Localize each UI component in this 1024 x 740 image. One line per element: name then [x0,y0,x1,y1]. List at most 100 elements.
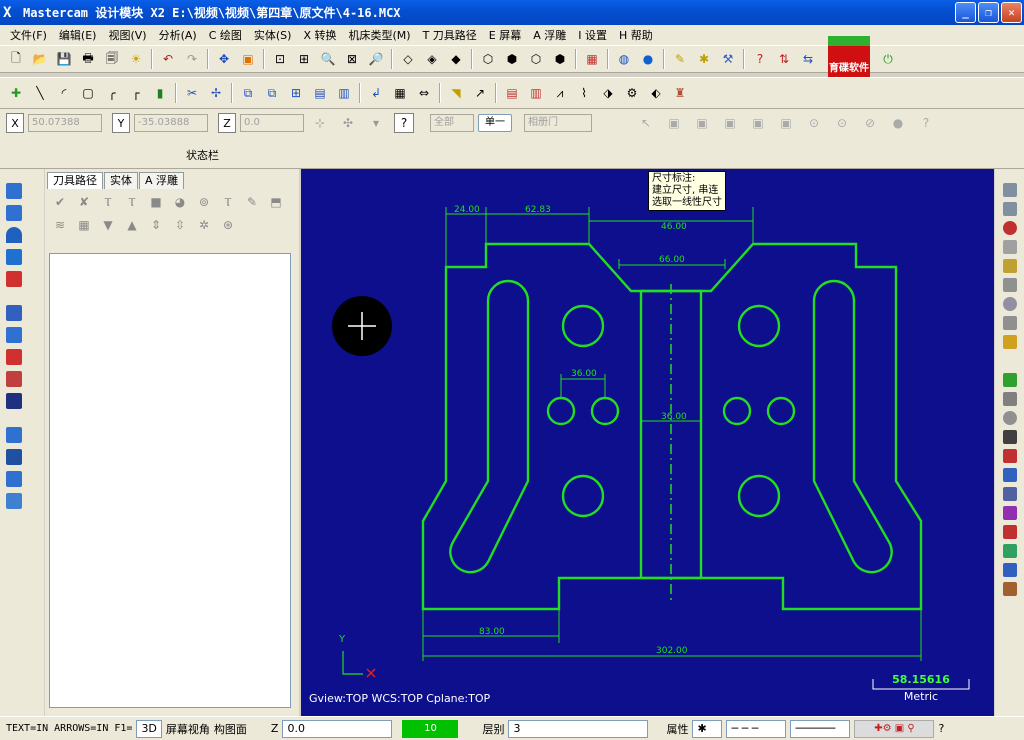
select-poly-icon[interactable]: ▣ [692,113,712,133]
solid-cylinder-icon[interactable]: ▮ [150,83,170,103]
shaded-icon[interactable]: ◆ [446,49,466,69]
verify-icon[interactable]: ◥ [446,83,466,103]
red-solid-icon[interactable] [6,349,22,365]
wireframe-icon[interactable]: ◇ [398,49,418,69]
loft-tool-icon[interactable] [6,327,22,343]
flat-tool-icon[interactable] [6,371,22,387]
menu-analyze[interactable]: 分析(A) [153,27,203,43]
insert-arrow-icon[interactable]: ⇕ [147,216,165,234]
toolpath-icon[interactable]: ⩘ [550,83,570,103]
color-swatch[interactable]: 10 [402,719,459,738]
r-fill-icon[interactable] [1002,525,1017,539]
pan-icon[interactable]: ✥ [214,49,234,69]
r-grid-icon[interactable] [1002,335,1017,349]
translate-xform-icon[interactable]: ▤ [310,83,330,103]
minimize-button[interactable]: _ [955,2,976,23]
plane-button[interactable]: 构图面 [214,721,247,737]
save-icon[interactable]: 💾 [54,49,74,69]
unzoom-icon[interactable]: 🔍 [318,49,338,69]
refresh-ops-icon[interactable] [6,205,22,221]
hidden-line-icon[interactable]: ◈ [422,49,442,69]
hatch-icon[interactable]: ▦ [390,83,410,103]
solid-tool-icon[interactable] [6,249,22,265]
r-arc-icon[interactable] [1002,411,1017,425]
arc-tool-icon[interactable] [6,227,22,243]
r-rect-icon[interactable] [1002,449,1017,463]
r-move-icon[interactable] [1002,278,1017,292]
z-depth-field[interactable]: 0.0 [282,719,393,738]
repaint-icon[interactable]: ▣ [238,49,258,69]
menu-view[interactable]: 视图(V) [102,27,152,43]
close-button[interactable]: ✕ [1001,2,1022,23]
menu-toolpaths[interactable]: T 刀具路径 [417,27,483,43]
dimension-icon[interactable]: ↲ [366,83,386,103]
arc-icon[interactable]: ◜ [54,83,74,103]
fast-point-icon[interactable]: ⊹ [310,113,330,133]
sphere-icon[interactable]: ● [638,49,658,69]
backplot-ops-icon[interactable]: ■ [147,193,165,211]
offset-xform-icon[interactable]: ▥ [334,83,354,103]
r-shapes-icon[interactable] [1002,506,1017,520]
x-label[interactable]: X [6,113,24,133]
select-all-icon[interactable]: ▣ [776,113,796,133]
zoom-window-icon[interactable]: ⊞ [294,49,314,69]
fit-icon[interactable]: ⊡ [270,49,290,69]
break-icon[interactable]: ✢ [206,83,226,103]
selection-mode-field[interactable]: 全部 [430,114,474,132]
help-select-icon[interactable]: ? [916,113,936,133]
attributes-label[interactable]: 属性 [666,721,688,737]
select-dirty-ops-icon[interactable]: ✘ [75,193,93,211]
maximize-button[interactable]: ❐ [978,2,999,23]
y-label[interactable]: Y [112,113,130,133]
regen-dirty-icon[interactable]: Ⲧ [123,193,141,211]
select-in-icon[interactable]: ▣ [748,113,768,133]
point-icon[interactable]: ✚ [6,83,26,103]
tab-toolpaths[interactable]: 刀具路径 [47,172,103,189]
select-arrow-icon[interactable]: ↖ [636,113,656,133]
menu-screen[interactable]: E 屏幕 [483,27,527,43]
toggle-display-icon[interactable]: ▦ [75,216,93,234]
r-pin-icon[interactable] [1002,240,1017,254]
pocket-icon[interactable]: ⬗ [598,83,618,103]
contour-icon[interactable]: ⌇ [574,83,594,103]
side-view-icon[interactable]: ⬢ [550,49,570,69]
operations-list[interactable] [49,253,291,708]
r-stack-icon[interactable] [1002,316,1017,330]
simulate-ops-icon[interactable]: ⊚ [195,193,213,211]
arrows-icon[interactable]: ⇅ [774,49,794,69]
cube-view-icon[interactable]: ▦ [582,49,602,69]
fillet-icon[interactable]: ╭ [102,83,122,103]
globe-icon[interactable]: ◍ [614,49,634,69]
post-ops-icon[interactable]: Ⲧ [219,193,237,211]
grid-icon[interactable]: ▤ [502,83,522,103]
surface-tool-icon[interactable] [6,305,22,321]
move-down-icon[interactable]: ▼ [99,216,117,234]
selection-type-field[interactable]: 相册门 [524,114,592,132]
select-wand-icon[interactable]: ⊙ [832,113,852,133]
help-box-icon[interactable]: ? [394,113,414,133]
single-select-button[interactable]: 单一 [478,114,512,132]
undo-icon[interactable]: ↶ [158,49,178,69]
auto-cursor-icon[interactable]: ✣ [338,113,358,133]
print-preview-icon[interactable]: 🗐 [102,49,122,69]
menu-file[interactable]: 文件(F) [4,27,53,43]
line-icon[interactable]: ╲ [30,83,50,103]
menu-settings[interactable]: I 设置 [572,27,613,43]
shape-tool-icon[interactable] [6,471,22,487]
menu-edit[interactable]: 编辑(E) [53,27,103,43]
front-view-icon[interactable]: ⬡ [526,49,546,69]
trim-icon[interactable]: ✂ [182,83,202,103]
line-style-field[interactable]: ─ ─ ─ [726,719,787,738]
delete-ops-icon[interactable]: ⬒ [267,193,285,211]
menu-create[interactable]: C 绘图 [203,27,248,43]
r-circle-icon[interactable] [1002,297,1017,311]
cursor-drop-icon[interactable]: ▾ [366,113,386,133]
layer-field[interactable]: 3 [508,719,649,738]
r-color-grid-icon[interactable] [1002,544,1017,558]
r-cube-icon[interactable] [1002,487,1017,501]
rotate-xform-icon[interactable]: ⧉ [262,83,282,103]
clear-select-icon[interactable]: ⊘ [860,113,880,133]
iso-view-icon[interactable]: ⬡ [478,49,498,69]
end-select-icon[interactable]: ● [888,113,908,133]
rectangle-icon[interactable]: ▢ [78,83,98,103]
